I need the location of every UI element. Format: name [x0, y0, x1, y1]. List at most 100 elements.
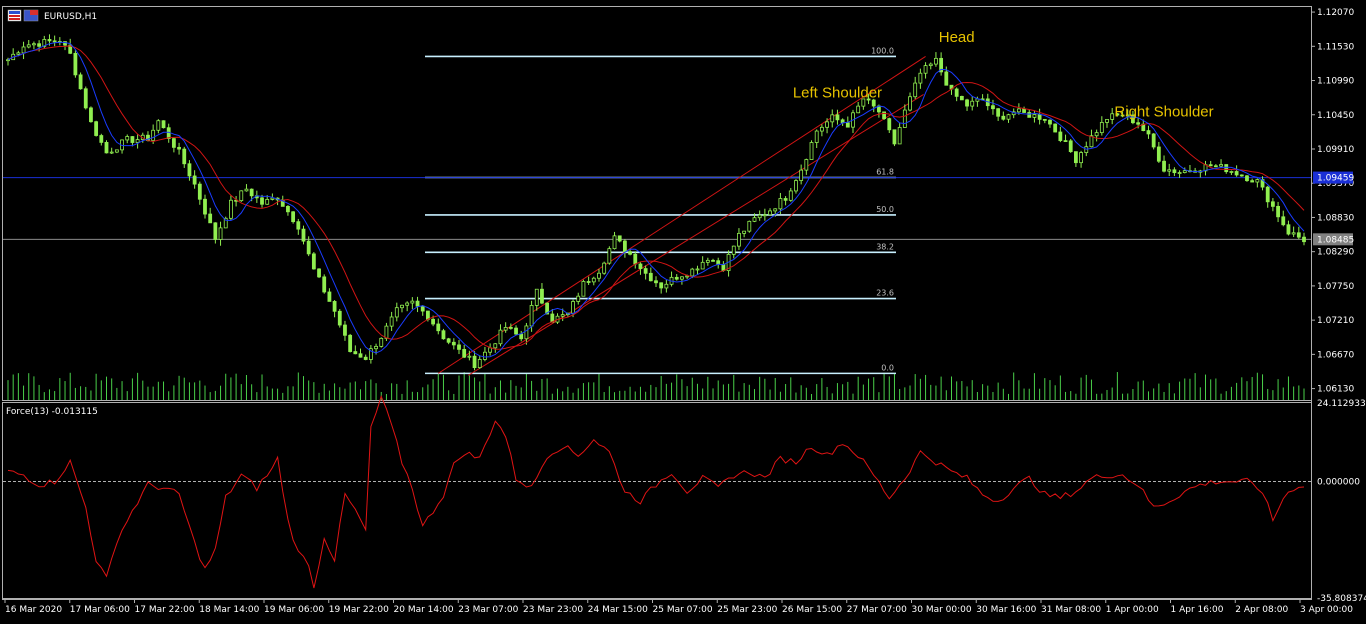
candle-body	[16, 52, 21, 55]
candle-body	[451, 341, 456, 346]
chart-canvas[interactable]: 100.0 61.8 50.0 38.2 23.6 0.0 Head Left Should…	[0, 0, 1366, 624]
candle-body	[327, 291, 332, 302]
candle-body	[498, 329, 503, 345]
candle-body	[814, 130, 819, 143]
fib-level-label: 0.0	[881, 363, 894, 372]
candle-body	[6, 59, 10, 62]
candle-body	[1094, 132, 1099, 137]
ma-fast-line	[7, 41, 1305, 358]
price-tick-label: 1.06670	[1317, 350, 1354, 360]
time-tick-label: 30 Mar 00:00	[912, 605, 972, 615]
force-line	[7, 395, 1305, 589]
candle-body	[737, 232, 741, 247]
candle-body	[674, 276, 679, 280]
candle-body	[612, 235, 617, 250]
candle-body	[664, 283, 669, 289]
candle-body	[1001, 115, 1006, 120]
candle-body	[819, 126, 824, 132]
candle-body	[773, 208, 778, 212]
candle-body	[1250, 180, 1255, 183]
candle-body	[197, 183, 202, 200]
candle-body	[462, 348, 467, 358]
candle-body	[928, 63, 933, 67]
candle-body	[83, 88, 88, 109]
candle-body	[519, 333, 524, 340]
main-pane-border	[2, 6, 1312, 401]
candle-body	[1296, 232, 1301, 238]
candle-body	[358, 353, 363, 358]
price-axis-labels: 1.120701.115301.109901.104501.099101.093…	[1311, 8, 1366, 604]
candle-body	[680, 276, 684, 280]
candle-body	[32, 43, 36, 46]
candle-body	[721, 263, 726, 272]
candle-body	[317, 268, 321, 278]
moving-averages	[7, 41, 1305, 358]
candle-body	[1136, 122, 1141, 125]
candle-body	[177, 146, 181, 150]
candle-body	[591, 277, 596, 283]
candle-body	[426, 310, 430, 320]
candle-body	[1213, 165, 1218, 168]
candle-body	[208, 213, 213, 224]
candle-body	[690, 268, 695, 277]
force-indicator-title: Force(13) -0.013115	[6, 407, 98, 417]
candle-body	[970, 100, 975, 107]
candle-body	[306, 240, 311, 255]
candle-body	[467, 355, 472, 358]
candle-body	[607, 248, 612, 264]
fib-level-label: 38.2	[876, 242, 894, 251]
candle-body	[332, 301, 337, 312]
candle-body	[1156, 146, 1161, 162]
candle-body	[752, 217, 757, 222]
candle-body	[493, 343, 498, 349]
candle-body	[436, 323, 441, 332]
candle-body	[1146, 130, 1151, 135]
candle-body	[483, 351, 487, 360]
time-tick-label: 30 Mar 16:00	[976, 605, 1036, 615]
candle-body	[897, 127, 902, 145]
candle-body	[400, 304, 404, 309]
candle-body	[192, 175, 197, 185]
candle-body	[353, 351, 358, 355]
candle-body	[114, 149, 119, 153]
time-tick-label: 25 Mar 23:00	[717, 605, 777, 615]
candle-body	[762, 214, 767, 217]
trend-line-lower	[468, 94, 924, 376]
price-tick-label: 1.11530	[1317, 42, 1354, 52]
candle-body	[996, 108, 1001, 117]
candle-body	[529, 305, 534, 327]
candle-body	[508, 327, 513, 329]
annotations[interactable]: Head Left Shoulder Right Shoulder	[793, 29, 1214, 121]
candle-body	[374, 345, 378, 350]
indicator-pane-border	[2, 402, 1312, 599]
time-tick-label: 25 Mar 07:00	[653, 605, 713, 615]
candle-body	[560, 314, 565, 317]
candle-body	[1048, 119, 1052, 125]
candle-body	[1063, 140, 1068, 142]
candle-body	[524, 325, 529, 340]
time-tick-label: 19 Mar 06:00	[264, 605, 324, 615]
fib-level-label: 50.0	[876, 205, 894, 214]
candle-body	[1032, 114, 1037, 118]
time-tick-label: 16 Mar 2020	[5, 605, 62, 615]
fib-level-label: 23.6	[876, 289, 894, 298]
candle-body	[571, 301, 575, 314]
candle-body	[944, 71, 949, 86]
price-tick-label: 1.08830	[1317, 213, 1354, 223]
candle-body	[265, 199, 270, 205]
pattern-annotation: Head	[939, 29, 975, 46]
candle-body	[1079, 152, 1083, 164]
candle-body	[363, 356, 368, 360]
candle-body	[286, 205, 290, 213]
candle-body	[457, 344, 461, 350]
candle-body	[659, 282, 664, 289]
candle-body	[1105, 119, 1109, 123]
candle-body	[239, 190, 244, 202]
candle-body	[389, 316, 394, 327]
candle-body	[109, 151, 114, 154]
candle-body	[151, 129, 156, 141]
candle-body	[845, 122, 850, 128]
candles	[6, 34, 1306, 371]
candle-body	[394, 307, 399, 318]
eurusd-flag-icon	[7, 9, 39, 22]
